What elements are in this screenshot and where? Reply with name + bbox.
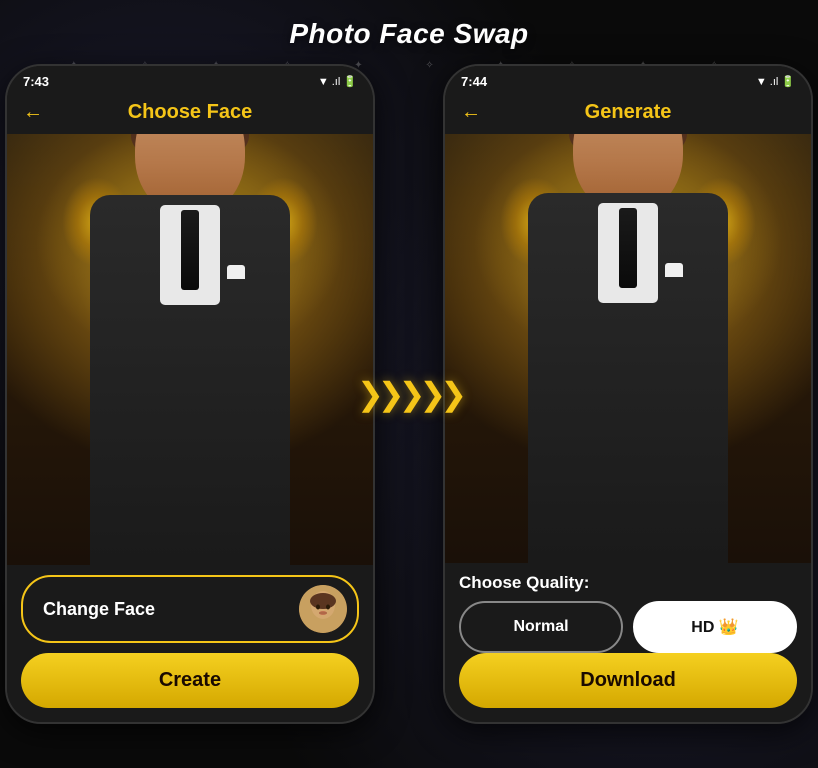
left-header-title: Choose Face (128, 101, 252, 124)
signal-icon: ▼ (756, 76, 767, 88)
right-pocket-square (665, 263, 683, 277)
left-phone: 7:43 ▼ .ıl 🔋 ← Choose Face (5, 64, 375, 724)
face-thumbnail (299, 585, 347, 633)
right-phone-bottom: Choose Quality: Normal HD 👑 Download (445, 563, 811, 722)
wifi-icon: .ıl (770, 76, 779, 88)
signal-icon: ▼ (318, 76, 329, 88)
download-button[interactable]: Download (459, 653, 797, 708)
person-figure-right (498, 134, 758, 563)
page-title: Photo Face Swap (289, 18, 528, 50)
forward-arrows-icon: ❯❯❯❯❯ (357, 375, 461, 413)
right-phone: 7:44 ▼ .ıl 🔋 ← Generate (443, 64, 813, 724)
right-person-tie (619, 208, 637, 288)
phones-container: 7:43 ▼ .ıl 🔋 ← Choose Face (5, 64, 813, 724)
right-back-button[interactable]: ← (461, 101, 481, 124)
left-phone-image (7, 134, 373, 565)
change-face-button[interactable]: Change Face (21, 575, 359, 643)
quality-buttons-row: Normal HD 👑 (459, 601, 797, 653)
person-figure-left (60, 134, 320, 565)
arrow-between: ❯❯❯❯❯ (357, 375, 461, 413)
change-face-label: Change Face (43, 599, 155, 620)
face-thumbnail-svg (299, 585, 347, 633)
normal-quality-button[interactable]: Normal (459, 601, 623, 653)
left-status-bar: 7:43 ▼ .ıl 🔋 (7, 66, 373, 93)
person-tie (181, 210, 199, 290)
left-phone-bottom: Change Face Create (7, 565, 373, 722)
create-button[interactable]: Create (21, 653, 359, 708)
battery-icon: 🔋 (781, 75, 795, 88)
hd-quality-button[interactable]: HD 👑 (633, 601, 797, 653)
pocket-square (227, 265, 245, 279)
left-back-button[interactable]: ← (23, 101, 43, 124)
left-status-icons: ▼ .ıl 🔋 (318, 75, 357, 88)
battery-icon: 🔋 (343, 75, 357, 88)
right-person-background (445, 134, 811, 563)
left-person-background (7, 134, 373, 565)
right-status-time: 7:44 (461, 74, 487, 89)
quality-label: Choose Quality: (459, 573, 797, 593)
right-phone-image (445, 134, 811, 563)
left-phone-header: ← Choose Face (7, 93, 373, 134)
left-status-time: 7:43 (23, 74, 49, 89)
right-status-icons: ▼ .ıl 🔋 (756, 75, 795, 88)
quality-section: Choose Quality: Normal HD 👑 (445, 563, 811, 653)
right-status-bar: 7:44 ▼ .ıl 🔋 (445, 66, 811, 93)
wifi-icon: .ıl (332, 76, 341, 88)
right-header-title: Generate (585, 101, 672, 124)
right-phone-header: ← Generate (445, 93, 811, 134)
